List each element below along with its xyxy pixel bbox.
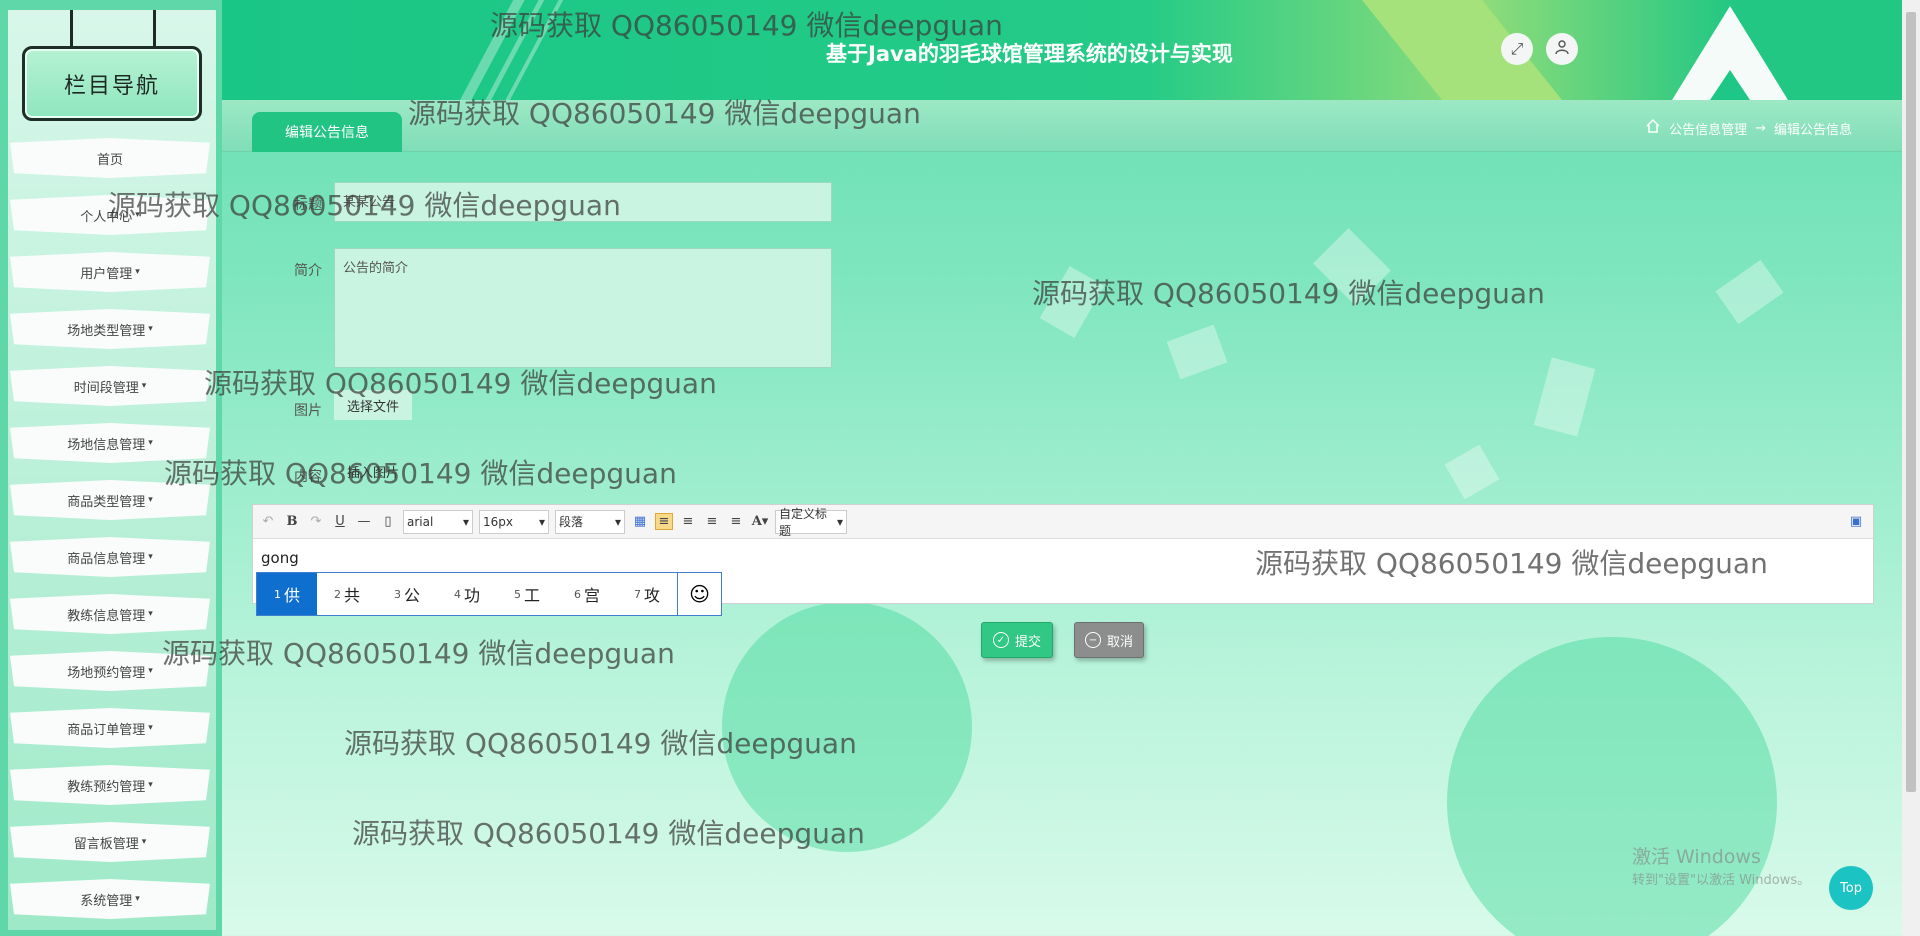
document-icon[interactable]: ▯ <box>379 514 397 529</box>
editor-toolbar: ↶ B ↷ U — ▯ arial ▾ 16px ▾ 段落 ▾ ▦ ≡ ≡ ≡ ≡ A… <box>253 505 1873 539</box>
sidebar-item-label: 商品订单管理 <box>67 722 146 738</box>
sidebar-item-label: 教练信息管理 <box>67 608 146 624</box>
header: 基于Java的羽毛球馆管理系统的设计与实现 ⤢ <box>222 0 1902 100</box>
watermark: 源码获取 QQ86050149 微信deepguan <box>352 817 865 850</box>
font-size-select[interactable]: 16px ▾ <box>479 509 549 534</box>
editor-content[interactable]: gong <box>261 549 299 567</box>
sidebar-item-label: 场地信息管理 <box>67 437 146 453</box>
redo-icon[interactable]: ↷ <box>307 514 325 529</box>
watermark: 源码获取 QQ86050149 微信deepguan <box>408 97 921 130</box>
tab-edit-notice[interactable]: 编辑公告信息 <box>252 112 402 152</box>
watermark: 源码获取 QQ86050149 微信deepguan <box>204 367 717 400</box>
undo-icon[interactable]: ↶ <box>259 514 277 529</box>
back-to-top-button[interactable]: Top <box>1829 866 1873 910</box>
windows-activation-notice: 激活 Windows 转到"设置"以激活 Windows。 <box>1632 846 1811 888</box>
caret-down-icon: ▾ <box>148 609 153 619</box>
ime-candidate[interactable]: 1供 <box>257 573 317 615</box>
sidebar-item-label: 场地预约管理 <box>67 665 146 681</box>
home-icon[interactable] <box>1645 118 1661 138</box>
sidebar-item-label: 系统管理 <box>80 893 133 909</box>
caret-down-icon: ▾ <box>141 837 147 847</box>
sidebar-item[interactable]: 时间段管理 ▾ <box>10 366 210 406</box>
cancel-button[interactable]: − 取消 <box>1074 622 1144 658</box>
breadcrumb-arrow: → <box>1755 120 1766 136</box>
ime-candidate[interactable]: 6宫 <box>557 573 617 615</box>
sidebar-item-label: 留言板管理 <box>73 836 139 852</box>
intro-textarea[interactable]: 公告的简介 <box>334 248 832 368</box>
fullscreen-icon: ⤢ <box>1510 39 1524 58</box>
fullscreen-button[interactable]: ⤢ <box>1501 33 1533 65</box>
align-center-icon[interactable]: ≡ <box>703 514 721 529</box>
preview-icon[interactable]: ▣ <box>1847 514 1865 529</box>
watermark: 源码获取 QQ86050149 微信deepguan <box>162 637 675 670</box>
watermark: 源码获取 QQ86050149 微信deepguan <box>108 189 621 222</box>
sidebar-item-label: 商品类型管理 <box>67 494 146 510</box>
caret-down-icon: ▾ <box>148 780 153 790</box>
sidebar-title: 栏目导航 <box>22 46 202 121</box>
intro-label: 简介 <box>294 263 322 279</box>
ime-candidate[interactable]: 4功 <box>437 573 497 615</box>
font-color-icon[interactable]: A▾ <box>751 514 769 529</box>
caret-down-icon: ▾ <box>135 894 140 904</box>
sidebar-item[interactable]: 场地类型管理 ▾ <box>10 309 210 349</box>
ime-candidate[interactable]: 5工 <box>497 573 557 615</box>
caret-down-icon: ▾ <box>148 324 153 334</box>
sidebar-item[interactable]: 系统管理 ▾ <box>10 879 210 919</box>
user-button[interactable] <box>1546 33 1578 65</box>
scrollbar-thumb[interactable] <box>1906 12 1916 792</box>
submit-button[interactable]: ✓ 提交 <box>981 622 1053 658</box>
breadcrumb-parent[interactable]: 公告信息管理 <box>1669 119 1747 138</box>
sidebar-item-label: 用户管理 <box>80 266 133 282</box>
sidebar-item[interactable]: 留言板管理 ▾ <box>10 822 210 862</box>
caret-down-icon: ▾ <box>148 438 153 448</box>
caret-down-icon: ▾ <box>148 723 153 733</box>
horizontal-rule-icon[interactable]: — <box>355 514 373 529</box>
sidebar-item[interactable]: 教练信息管理 ▾ <box>10 594 210 634</box>
sidebar-item[interactable]: 教练预约管理 ▾ <box>10 765 210 805</box>
caret-down-icon: ▾ <box>135 267 140 277</box>
paragraph-select[interactable]: 段落 ▾ <box>555 509 625 534</box>
align-justify-icon[interactable]: ≡ <box>727 514 745 529</box>
sidebar-item-label: 首页 <box>96 152 123 168</box>
caret-down-icon: ▾ <box>148 495 153 505</box>
ime-candidate[interactable]: 3公 <box>377 573 437 615</box>
align-right-icon[interactable]: ≡ <box>679 514 697 529</box>
background-circle <box>1447 637 1777 936</box>
sidebar-item[interactable]: 商品信息管理 ▾ <box>10 537 210 577</box>
emoji-icon[interactable]: ☺ <box>677 573 721 615</box>
sidebar-item[interactable]: 首页 <box>10 138 210 178</box>
ime-candidate[interactable]: 7攻 <box>617 573 677 615</box>
minus-icon: − <box>1084 632 1101 648</box>
caret-down-icon: ▾ <box>148 552 153 562</box>
underline-icon[interactable]: U <box>331 514 349 529</box>
sidebar-item-label: 场地类型管理 <box>67 323 146 339</box>
sidebar-item[interactable]: 商品订单管理 ▾ <box>10 708 210 748</box>
watermark: 源码获取 QQ86050149 微信deepguan <box>344 727 857 760</box>
breadcrumb-current: 编辑公告信息 <box>1773 122 1852 138</box>
custom-title-select[interactable]: 自定义标题 ▾ <box>775 507 847 538</box>
watermark: 源码获取 QQ86050149 微信deepguan <box>1255 547 1768 580</box>
caret-down-icon: ▾ <box>148 666 153 676</box>
font-family-select[interactable]: arial ▾ <box>403 509 473 534</box>
nav-sign-strings <box>70 10 156 50</box>
watermark: 源码获取 QQ86050149 微信deepguan <box>490 9 1003 42</box>
image-label: 图片 <box>294 403 322 419</box>
sidebar-item-label: 教练预约管理 <box>67 779 146 795</box>
watermark: 源码获取 QQ86050149 微信deepguan <box>164 457 677 490</box>
table-icon[interactable]: ▦ <box>631 514 649 529</box>
caret-down-icon: ▾ <box>141 381 147 391</box>
sidebar-item-label: 时间段管理 <box>73 380 139 396</box>
bold-icon[interactable]: B <box>283 514 301 529</box>
ime-candidate[interactable]: 2共 <box>317 573 377 615</box>
sidebar-item[interactable]: 用户管理 ▾ <box>10 252 210 292</box>
scrollbar[interactable] <box>1902 0 1920 936</box>
breadcrumb: 公告信息管理 → 编辑公告信息 <box>1645 118 1852 138</box>
ime-candidate-bar[interactable]: 1 供 2 共 3 公 4 功 5 工 6 宫 7 攻 ☺ <box>256 572 722 616</box>
align-left-icon[interactable]: ≡ <box>655 513 673 530</box>
sidebar-item-label: 商品信息管理 <box>67 551 146 567</box>
user-icon <box>1554 39 1570 59</box>
check-icon: ✓ <box>992 632 1009 648</box>
watermark: 源码获取 QQ86050149 微信deepguan <box>1032 277 1545 310</box>
